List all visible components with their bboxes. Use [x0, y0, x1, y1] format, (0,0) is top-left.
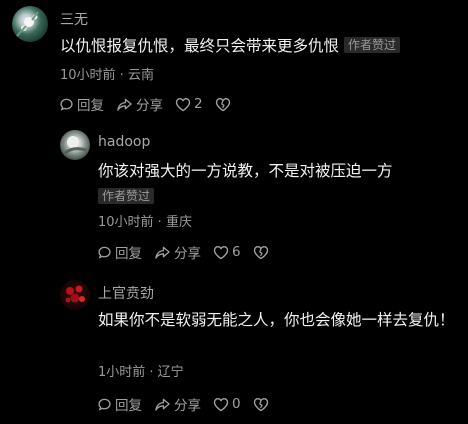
share-arrow-icon	[117, 98, 132, 111]
reply-label: 回复	[115, 246, 142, 262]
comment-body: 你该对强大的一方说教，不是对被压迫一方	[98, 162, 393, 180]
reply-button[interactable]: 回复	[97, 242, 142, 262]
comment-actions: 回复 分享 2	[59, 94, 246, 114]
reply-label: 回复	[115, 398, 142, 414]
heart-icon	[213, 245, 229, 259]
avatar[interactable]	[60, 130, 90, 160]
author-liked-badge: 作者赞过	[343, 37, 400, 53]
comment-bubble-icon	[60, 98, 73, 111]
avatar-flower-icon	[16, 11, 39, 37]
heart-icon	[175, 97, 191, 111]
reply-label: 回复	[77, 98, 104, 114]
like-button[interactable]: 6	[213, 244, 241, 260]
dislike-button[interactable]	[253, 397, 272, 412]
like-button[interactable]: 0	[213, 396, 241, 412]
comment-item: 三无 以仇恨报复仇恨，最终只会带来更多仇恨 作者赞过 10小时前 · 云南 回复…	[0, 0, 468, 120]
comment-bubble-icon	[98, 246, 111, 259]
like-button[interactable]: 2	[175, 96, 203, 112]
avatar-photo-icon	[62, 136, 87, 156]
broken-heart-icon	[253, 245, 268, 259]
comment-body: 以仇恨报复仇恨，最终只会带来更多仇恨	[60, 37, 340, 55]
comment-meta: 1小时前 · 辽宁	[98, 365, 184, 380]
comment-text: 你该对强大的一方说教，不是对被压迫一方 作者赞过	[98, 158, 448, 210]
broken-heart-icon	[215, 97, 230, 111]
share-label: 分享	[136, 98, 163, 114]
reply-comment-item: 上官贲劲 如果你不是软弱无能之人，你也会像她一样去复仇！ 1小时前 · 辽宁 回…	[0, 276, 468, 424]
share-button[interactable]: 分享	[154, 394, 201, 414]
comment-meta: 10小时前 · 云南	[60, 68, 154, 83]
comment-actions: 回复 分享 6	[97, 242, 284, 262]
avatar[interactable]	[60, 280, 90, 310]
comment-actions: 回复 分享 0	[97, 394, 284, 414]
username[interactable]: hadoop	[98, 134, 150, 150]
like-count: 2	[194, 96, 203, 112]
broken-heart-icon	[253, 397, 268, 411]
share-button[interactable]: 分享	[154, 242, 201, 262]
comment-bubble-icon	[98, 398, 111, 411]
dislike-button[interactable]	[253, 245, 272, 260]
like-count: 6	[232, 244, 241, 260]
reply-button[interactable]: 回复	[97, 394, 142, 414]
author-liked-badge: 作者赞过	[98, 188, 155, 204]
reply-comment-item: hadoop 你该对强大的一方说教，不是对被压迫一方 作者赞过 10小时前 · …	[0, 124, 468, 264]
comment-text: 如果你不是软弱无能之人，你也会像她一样去复仇！	[98, 311, 455, 329]
avatar[interactable]	[12, 6, 48, 42]
share-label: 分享	[174, 398, 201, 414]
username[interactable]: 三无	[60, 9, 88, 29]
comment-text: 以仇恨报复仇恨，最终只会带来更多仇恨 作者赞过	[60, 33, 460, 59]
like-count: 0	[232, 396, 241, 412]
share-label: 分享	[174, 246, 201, 262]
username[interactable]: 上官贲劲	[98, 283, 154, 303]
comment-meta: 10小时前 · 重庆	[98, 215, 192, 230]
reply-button[interactable]: 回复	[59, 94, 104, 114]
heart-icon	[213, 397, 229, 411]
share-button[interactable]: 分享	[116, 94, 163, 114]
share-arrow-icon	[155, 246, 170, 259]
dislike-button[interactable]	[215, 97, 234, 112]
avatar-roses-icon	[65, 285, 85, 303]
share-arrow-icon	[155, 398, 170, 411]
